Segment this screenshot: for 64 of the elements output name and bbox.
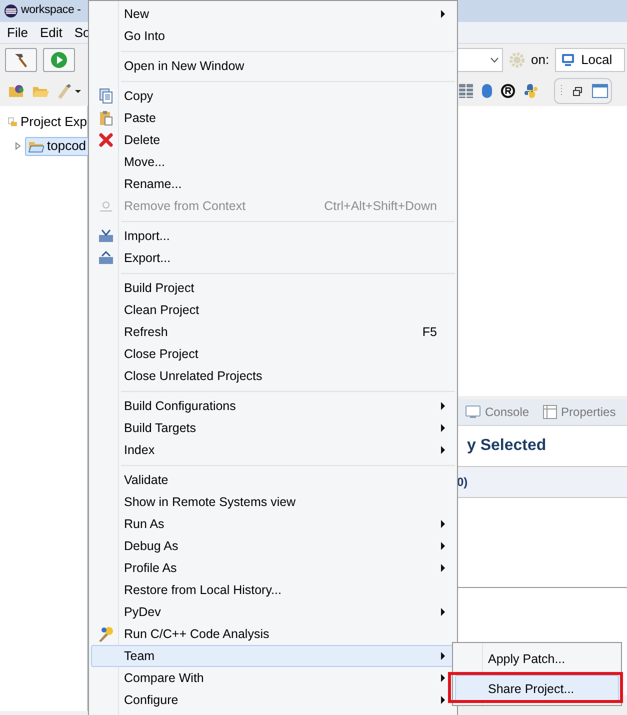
menu-item[interactable]: PyDev	[91, 601, 455, 623]
menu-item[interactable]: Build Project	[91, 277, 455, 299]
menu-item[interactable]: Restore from Local History...	[91, 579, 455, 601]
import-icon	[98, 229, 114, 243]
menu-item[interactable]: Rename...	[91, 173, 455, 195]
menu-item[interactable]: Go Into	[91, 25, 455, 47]
menu-item[interactable]: Copy	[91, 85, 455, 107]
window-title: workspace -	[21, 3, 81, 18]
app-icon	[4, 4, 18, 18]
menu-item[interactable]: Clean Project	[91, 299, 455, 321]
project-folder-icon	[28, 139, 44, 153]
menu-item[interactable]: File	[7, 22, 28, 42]
connection-field[interactable]: Local	[555, 48, 626, 72]
menu-item[interactable]: Team	[91, 645, 455, 667]
run-button[interactable]	[43, 48, 75, 72]
menu-item[interactable]: Build Configurations	[91, 395, 455, 417]
monitor-icon	[561, 53, 576, 67]
menu-item[interactable]: Index	[91, 439, 455, 461]
console-icon	[465, 405, 481, 419]
chevron-down-icon	[490, 57, 499, 63]
menu-item[interactable]: Refresh F5	[91, 321, 455, 343]
menu-item[interactable]: Move...	[91, 151, 455, 173]
menu-item[interactable]: Run As	[91, 513, 455, 535]
restore-icon[interactable]	[573, 86, 582, 96]
view-tab[interactable]: Project Exp	[20, 112, 87, 132]
menu-item[interactable]: Debug As	[91, 535, 455, 557]
expand-triangle-icon[interactable]	[14, 142, 22, 150]
panel-heading: y Selected	[467, 436, 546, 456]
copy-icon	[99, 88, 113, 104]
menu-item[interactable]: Build Targets	[91, 417, 455, 439]
open-folder-icon[interactable]	[8, 83, 26, 99]
menu-item[interactable]: Show in Remote Systems view	[91, 491, 455, 513]
table-icon	[543, 405, 558, 419]
on-label: on:	[531, 51, 550, 70]
menu-item[interactable]: Delete	[91, 129, 455, 151]
snake-icon[interactable]	[523, 83, 539, 99]
menu-item[interactable]: Export...	[91, 247, 455, 269]
play-icon	[50, 51, 68, 69]
menu-item[interactable]: Configure	[91, 689, 455, 711]
menu-item[interactable]: Paste	[91, 107, 455, 129]
menu-item[interactable]: Close Unrelated Projects	[91, 365, 455, 387]
registered-icon[interactable]	[500, 83, 516, 99]
window-icon[interactable]	[592, 84, 608, 98]
menu-item[interactable]: Import...	[91, 225, 455, 247]
menu-item[interactable]: Run C/C++ Code Analysis	[91, 623, 455, 645]
build-button[interactable]	[5, 48, 37, 72]
menu-item[interactable]: Profile As	[91, 557, 455, 579]
tree-item[interactable]: topcod	[25, 136, 90, 156]
menu-item[interactable]: Apply Patch...	[455, 645, 619, 673]
paste-icon	[99, 110, 113, 126]
menu-item[interactable]: Validate	[91, 469, 455, 491]
export-icon	[98, 251, 114, 265]
cylinder-icon[interactable]	[481, 83, 493, 99]
menu-item[interactable]: Edit	[40, 22, 62, 42]
delete-icon	[99, 133, 113, 147]
brush-icon[interactable]	[56, 83, 82, 99]
menu-item[interactable]: Close Project	[91, 343, 455, 365]
menu-item[interactable]: Compare With	[91, 667, 455, 689]
menu-item[interactable]: Open in New Window	[91, 55, 455, 77]
menu-item[interactable]: New	[91, 3, 455, 25]
view-tab[interactable]: Properties	[541, 401, 618, 423]
view-tab[interactable]: Console	[463, 401, 532, 423]
grid-icon[interactable]	[458, 83, 474, 99]
remove-icon	[99, 199, 113, 213]
